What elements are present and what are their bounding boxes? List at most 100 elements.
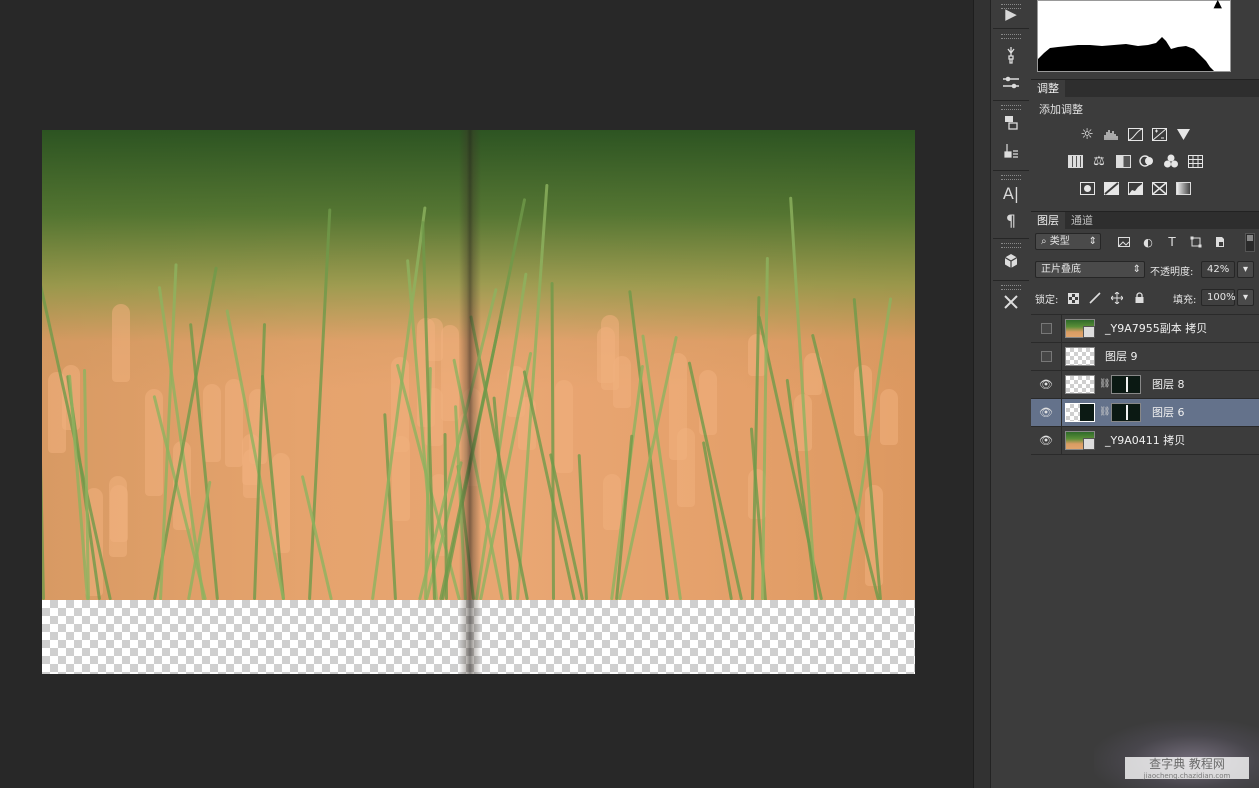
grass-plume — [603, 473, 622, 530]
play-action-icon[interactable]: ▶ — [997, 3, 1025, 25]
layer-thumbnail — [1065, 431, 1095, 450]
document-canvas[interactable] — [42, 130, 915, 674]
dock-grip[interactable] — [1001, 243, 1021, 248]
filter-shape-icon[interactable] — [1189, 235, 1203, 249]
blend-mode-label: 正片叠底 — [1041, 264, 1081, 275]
divider — [1031, 454, 1259, 455]
filter-type-icon[interactable]: T — [1165, 235, 1179, 249]
dock-grip[interactable] — [1001, 34, 1021, 39]
dock-grip[interactable] — [1001, 285, 1021, 290]
layer-name[interactable]: 图层 9 — [1105, 343, 1138, 370]
layer-filter-select[interactable]: ⌕ 类型 ⇕ — [1035, 233, 1101, 250]
tools-x-icon[interactable] — [997, 291, 1025, 313]
smart-object-badge-icon — [1083, 326, 1095, 338]
watermark-url: jiaocheng.chazidian.com — [1143, 772, 1231, 780]
threshold-icon[interactable] — [1127, 180, 1143, 196]
grass-plume — [109, 485, 128, 542]
3d-panel-icon[interactable] — [997, 250, 1025, 272]
grass-blade — [42, 333, 46, 601]
visibility-toggle[interactable]: 👁 — [1031, 427, 1062, 454]
exposure-icon[interactable] — [1151, 126, 1167, 142]
lock-all-icon[interactable] — [1132, 291, 1146, 305]
gradient-map-icon[interactable] — [1175, 180, 1191, 196]
opacity-input[interactable]: 42% — [1201, 261, 1235, 278]
selective-color-icon[interactable] — [1151, 180, 1167, 196]
brush-settings-icon[interactable] — [997, 72, 1025, 94]
lock-label: 锁定: — [1035, 295, 1059, 306]
divider — [993, 238, 1029, 239]
vibrance-icon[interactable] — [1175, 126, 1191, 142]
hue-saturation-icon[interactable] — [1067, 153, 1083, 169]
grass-plume — [144, 388, 163, 496]
panel-dock-divider[interactable] — [973, 0, 991, 788]
layer-row[interactable]: 图层 9 — [1031, 342, 1259, 370]
layer-row[interactable]: 👁 _Y9A0411 拷贝 — [1031, 426, 1259, 454]
clone-source-icon[interactable] — [997, 112, 1025, 134]
dropdown-arrow-icon: ⇕ — [1088, 236, 1097, 247]
brush-preset-icon[interactable] — [997, 44, 1025, 66]
fill-slider-arrow-icon[interactable]: ▾ — [1237, 289, 1254, 306]
levels-icon[interactable] — [1103, 126, 1119, 142]
fill-label: 填充: — [1173, 295, 1197, 306]
layer-row-selected[interactable]: 👁 ⛓ 图层 6 — [1031, 398, 1259, 426]
grass-plume — [392, 436, 411, 522]
layer-mask-thumbnail[interactable] — [1111, 375, 1141, 394]
histogram-graph: ▲ — [1037, 0, 1231, 72]
grass-plume — [202, 383, 221, 463]
filter-adjustment-icon[interactable]: ◐ — [1141, 235, 1155, 249]
black-white-icon[interactable] — [1115, 153, 1131, 169]
add-adjustment-label: 添加调整 — [1039, 103, 1083, 116]
layer-thumbnail — [1065, 375, 1095, 394]
character-panel-icon[interactable]: A| — [997, 182, 1025, 204]
right-panels: ▲ 调整 添加调整 ☼ ⚖ 图层 通道 ⌕ 类型 ⇕ ◐ T 正片叠底 ⇕ 不透… — [1031, 0, 1259, 788]
tab-adjustments[interactable]: 调整 — [1031, 80, 1065, 97]
histogram-warning-icon[interactable]: ▲ — [1214, 0, 1222, 10]
color-balance-icon[interactable]: ⚖ — [1091, 153, 1107, 169]
layer-mask-thumbnail[interactable] — [1111, 403, 1141, 422]
grass-plume — [668, 353, 687, 461]
filter-smart-object-icon[interactable] — [1213, 235, 1227, 249]
blend-mode-select[interactable]: 正片叠底 ⇕ — [1035, 261, 1145, 278]
layer-name[interactable]: 图层 6 — [1152, 399, 1185, 426]
layer-row[interactable]: _Y9A7955副本 拷贝 — [1031, 314, 1259, 342]
tool-presets-icon[interactable] — [997, 140, 1025, 162]
grass-blade — [701, 441, 733, 601]
divider — [993, 100, 1029, 101]
opacity-slider-arrow-icon[interactable]: ▾ — [1237, 261, 1254, 278]
curves-icon[interactable] — [1127, 126, 1143, 142]
photo-filter-icon[interactable] — [1139, 153, 1155, 169]
mask-link-icon[interactable]: ⛓ — [1099, 378, 1110, 391]
eye-icon: 👁 — [1039, 434, 1053, 447]
paragraph-panel-icon[interactable]: ¶ — [997, 209, 1025, 231]
visibility-toggle[interactable] — [1031, 315, 1062, 342]
smart-object-badge-icon — [1083, 438, 1095, 450]
lock-image-pixels-icon[interactable] — [1088, 291, 1102, 305]
visibility-toggle[interactable]: 👁 — [1031, 371, 1062, 398]
invert-icon[interactable] — [1079, 180, 1095, 196]
color-lookup-icon[interactable] — [1187, 153, 1203, 169]
visibility-toggle[interactable]: 👁 — [1031, 399, 1062, 426]
divider — [993, 28, 1029, 29]
hidden-box-icon — [1040, 323, 1052, 334]
layer-name[interactable]: 图层 8 — [1152, 371, 1185, 398]
layer-name[interactable]: _Y9A7955副本 拷贝 — [1105, 315, 1207, 342]
tab-channels[interactable]: 通道 — [1065, 212, 1099, 229]
dock-grip[interactable] — [1001, 175, 1021, 180]
lock-position-icon[interactable] — [1110, 291, 1124, 305]
document-workspace[interactable] — [0, 0, 973, 788]
fill-input[interactable]: 100% — [1201, 289, 1236, 306]
layer-name[interactable]: _Y9A0411 拷贝 — [1105, 427, 1185, 454]
panel-icon-column: ▶ A| ¶ — [990, 0, 1032, 788]
visibility-toggle[interactable] — [1031, 343, 1062, 370]
brightness-contrast-icon[interactable]: ☼ — [1079, 125, 1095, 143]
lock-transparent-pixels-icon[interactable] — [1066, 291, 1080, 305]
posterize-icon[interactable] — [1103, 180, 1119, 196]
mask-link-icon[interactable]: ⛓ — [1099, 406, 1110, 419]
layer-row[interactable]: 👁 ⛓ 图层 8 — [1031, 370, 1259, 398]
filter-pixel-icon[interactable] — [1117, 235, 1131, 249]
adjustments-tabbar: 调整 — [1031, 79, 1259, 97]
tab-layers[interactable]: 图层 — [1031, 212, 1065, 229]
channel-mixer-icon[interactable] — [1163, 153, 1179, 169]
dock-grip[interactable] — [1001, 105, 1021, 110]
filter-toggle-switch[interactable] — [1245, 233, 1255, 252]
